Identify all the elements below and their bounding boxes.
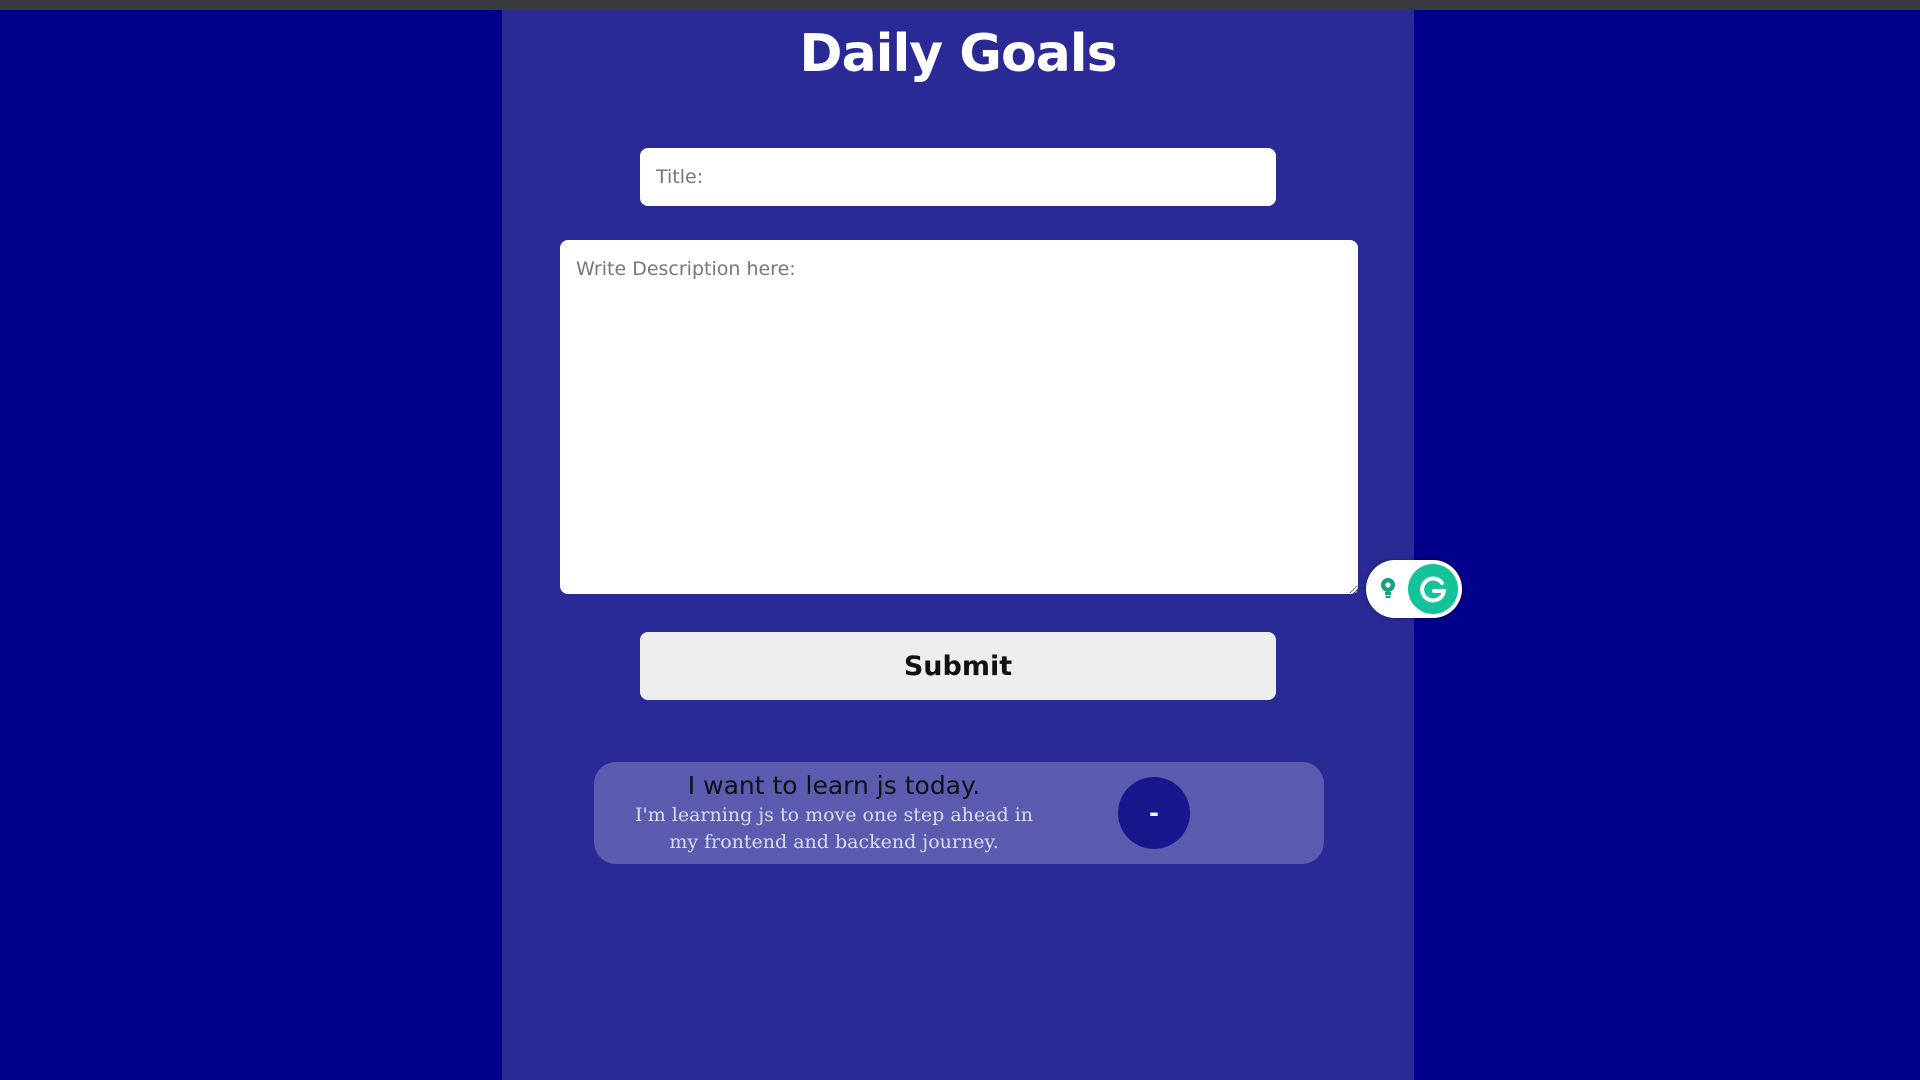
grammarly-icon[interactable] bbox=[1408, 564, 1458, 614]
submit-button[interactable]: Submit bbox=[640, 632, 1276, 700]
goal-card: I want to learn js today. I'm learning j… bbox=[594, 762, 1324, 864]
page-title: Daily Goals bbox=[799, 24, 1117, 84]
goal-description: I'm learning js to move one step ahead i… bbox=[635, 804, 1033, 853]
browser-top-bar bbox=[0, 0, 1920, 10]
goal-title: I want to learn js today. bbox=[687, 771, 981, 800]
goal-text: I want to learn js today. I'm learning j… bbox=[624, 770, 1044, 856]
remove-goal-button[interactable]: - bbox=[1118, 777, 1190, 849]
main-panel: Daily Goals Submit I want to learn js to… bbox=[502, 10, 1462, 1080]
title-input[interactable] bbox=[640, 148, 1276, 206]
description-textarea[interactable] bbox=[560, 240, 1358, 594]
grammarly-widget[interactable] bbox=[1366, 560, 1462, 618]
lightbulb-icon[interactable] bbox=[1378, 576, 1398, 602]
